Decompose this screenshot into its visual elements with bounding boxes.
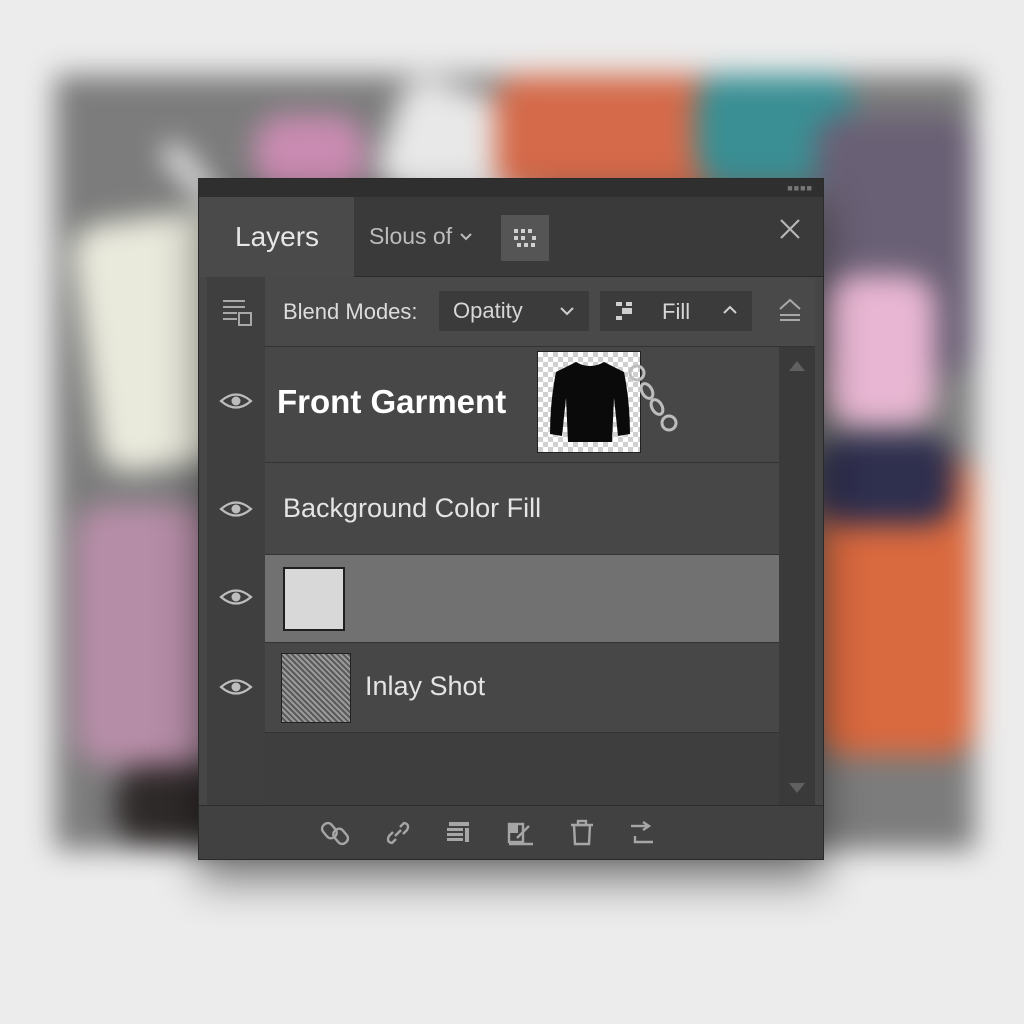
collapse-button[interactable] bbox=[775, 295, 805, 325]
panel-options-button[interactable] bbox=[501, 215, 549, 261]
new-layer-icon[interactable] bbox=[627, 818, 657, 848]
scroll-up-arrow-icon[interactable] bbox=[789, 361, 805, 371]
layer-thumbnail[interactable] bbox=[537, 351, 641, 453]
eye-icon[interactable] bbox=[219, 677, 253, 697]
opacity-value: Opatity bbox=[453, 298, 523, 323]
layer-name: Front Garment bbox=[277, 383, 507, 420]
chain-link-icon[interactable] bbox=[627, 361, 683, 437]
tab-secondary[interactable]: Slous of bbox=[369, 213, 474, 259]
fill-label: Fill bbox=[662, 299, 691, 324]
chevron-up-icon bbox=[723, 305, 737, 314]
close-panel-button[interactable] bbox=[775, 217, 805, 247]
fill-icon bbox=[616, 302, 632, 320]
layers-empty-area bbox=[265, 733, 779, 807]
close-icon bbox=[780, 219, 800, 239]
adjustment-icon[interactable] bbox=[505, 818, 535, 848]
layer-menu-icon bbox=[223, 300, 252, 326]
tab-secondary-label: Slous of bbox=[369, 222, 453, 249]
layer-name: Inlay Shot bbox=[365, 671, 486, 701]
layers-panel: ■■■■ Layers Slous of Blend Modes: Opatit… bbox=[198, 178, 824, 860]
layer-name: Background Color Fill bbox=[283, 493, 542, 523]
layers-scrollbar[interactable] bbox=[779, 347, 815, 807]
color-swatch-thumbnail[interactable] bbox=[283, 567, 345, 631]
panel-grip-icon[interactable]: ■■■■ bbox=[787, 183, 813, 193]
layer-row-selected-swatch[interactable] bbox=[265, 555, 779, 643]
layer-row-background-color-fill[interactable]: Background Color Fill bbox=[265, 463, 779, 555]
opacity-dropdown[interactable]: Opatity bbox=[439, 291, 589, 331]
panel-menu-button[interactable] bbox=[219, 295, 255, 331]
new-group-icon[interactable] bbox=[443, 818, 473, 848]
scroll-down-arrow-icon[interactable] bbox=[789, 783, 805, 793]
layer-row-front-garment[interactable]: Front Garment bbox=[265, 347, 779, 463]
blend-modes-label: Blend Modes: bbox=[283, 299, 418, 324]
shirt-icon bbox=[550, 362, 630, 442]
layers-body: Blend Modes: Opatity Fill Front Garment … bbox=[207, 277, 815, 807]
texture-thumbnail[interactable] bbox=[281, 653, 351, 723]
eye-icon[interactable] bbox=[219, 499, 253, 519]
panel-title-strip[interactable]: ■■■■ bbox=[199, 179, 823, 197]
eye-icon[interactable] bbox=[219, 391, 253, 411]
eye-icon[interactable] bbox=[219, 587, 253, 607]
link-icon[interactable] bbox=[321, 818, 351, 848]
panel-footer bbox=[199, 805, 823, 859]
panel-tab-bar: Layers Slous of bbox=[199, 197, 823, 277]
blend-controls: Blend Modes: Opatity Fill bbox=[265, 277, 815, 347]
visibility-column bbox=[207, 277, 266, 807]
trash-icon[interactable] bbox=[567, 818, 597, 848]
layers-list: Front Garment Background Color Fill Inla… bbox=[265, 347, 779, 807]
chevron-down-icon bbox=[560, 307, 574, 316]
tab-layers-label: Layers bbox=[235, 221, 320, 252]
layer-row-inlay-shot[interactable]: Inlay Shot bbox=[265, 643, 779, 733]
tab-layers[interactable]: Layers bbox=[199, 197, 354, 277]
chevron-down-icon bbox=[460, 233, 472, 241]
collapse-icon bbox=[779, 298, 801, 321]
fill-dropdown[interactable]: Fill bbox=[600, 291, 752, 331]
chain-link-icon[interactable] bbox=[383, 818, 413, 848]
grid-dots-icon bbox=[514, 229, 536, 247]
